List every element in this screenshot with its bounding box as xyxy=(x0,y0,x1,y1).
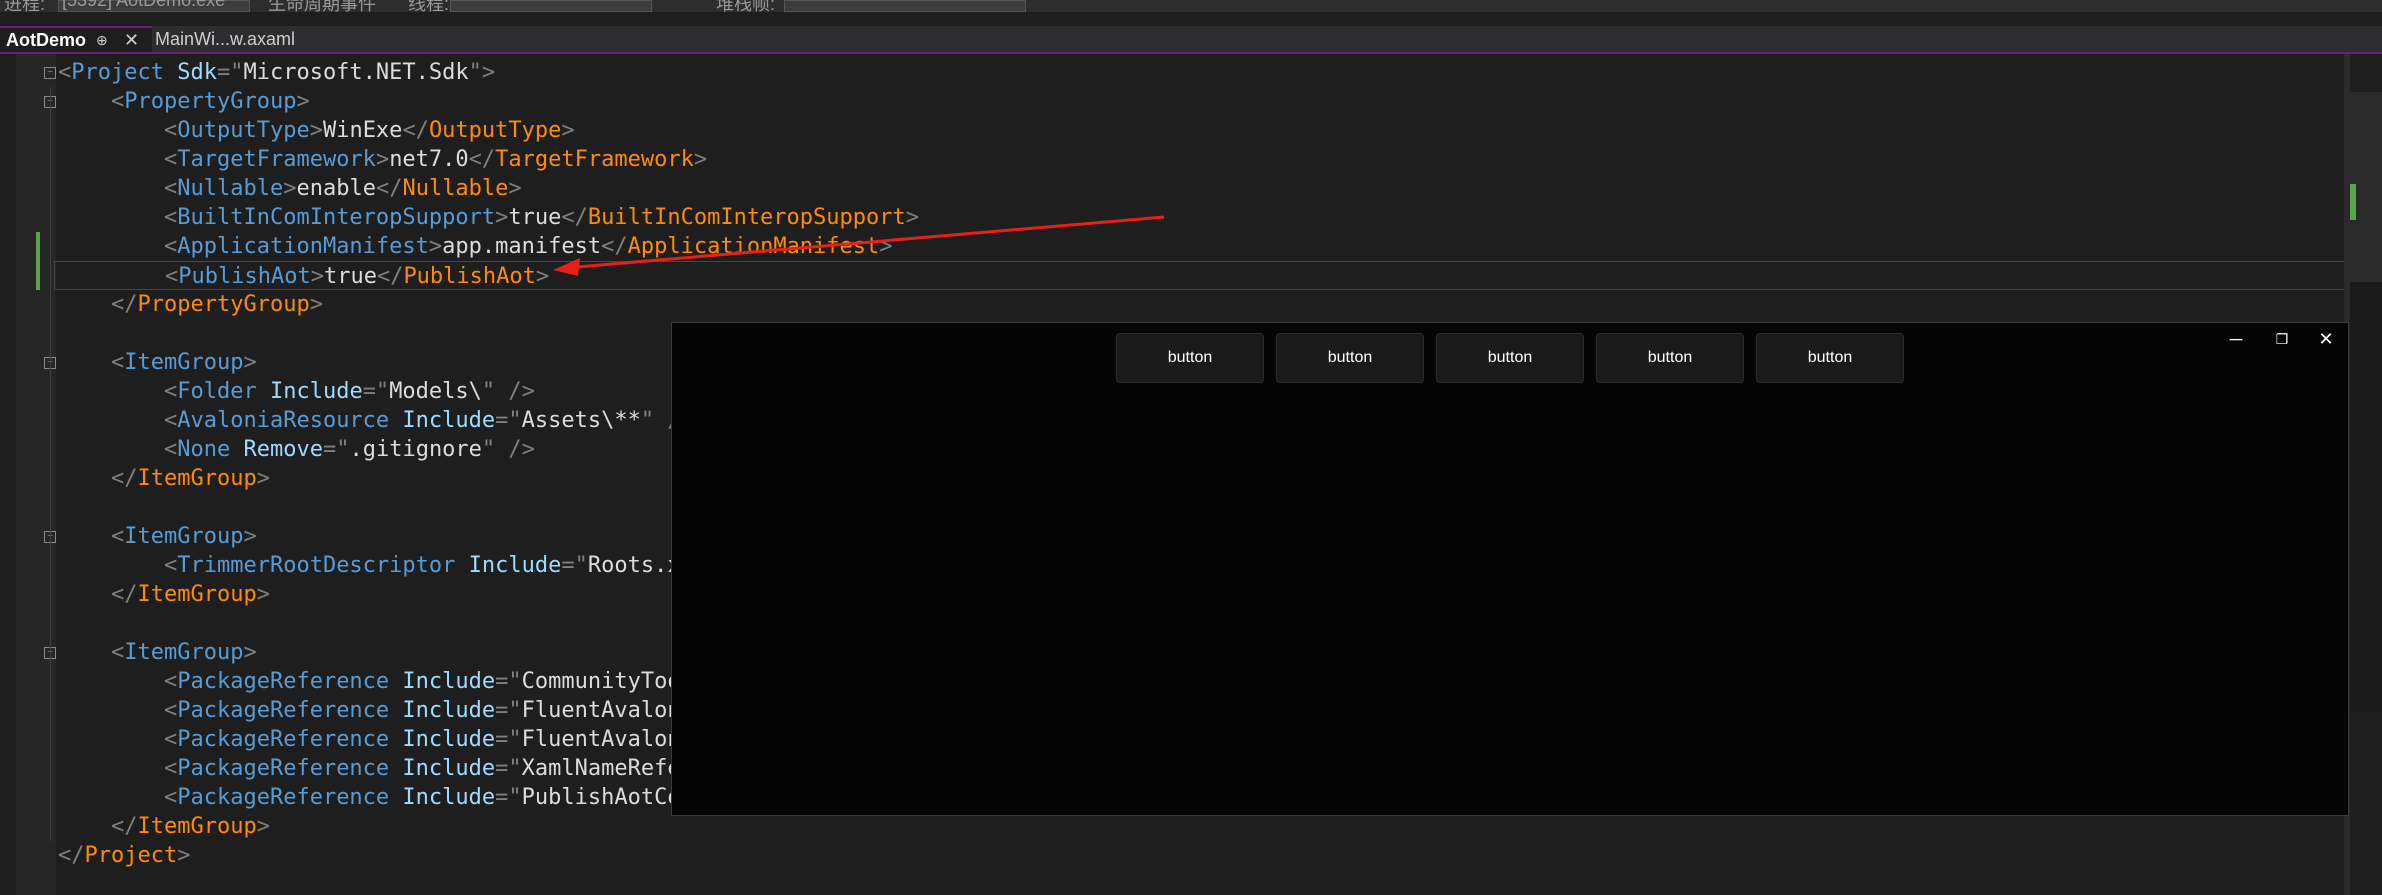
arrow-shaft xyxy=(564,215,1165,270)
arrow-head xyxy=(553,258,580,276)
app-button-3[interactable]: button xyxy=(1436,333,1584,383)
fold-toggle-icon[interactable]: − xyxy=(44,67,56,79)
app-button-5[interactable]: button xyxy=(1756,333,1904,383)
minimize-icon[interactable]: ─ xyxy=(2216,325,2256,353)
change-marker xyxy=(36,232,40,290)
close-icon[interactable]: ✕ xyxy=(2306,325,2346,353)
app-button-2[interactable]: button xyxy=(1276,333,1424,383)
maximize-icon[interactable]: ❐ xyxy=(2262,325,2302,353)
app-button-1[interactable]: button xyxy=(1116,333,1264,383)
running-app-window[interactable]: button button button button button ─ ❐ ✕ xyxy=(671,322,2349,816)
indent-guide xyxy=(50,87,51,841)
app-button-4[interactable]: button xyxy=(1596,333,1744,383)
